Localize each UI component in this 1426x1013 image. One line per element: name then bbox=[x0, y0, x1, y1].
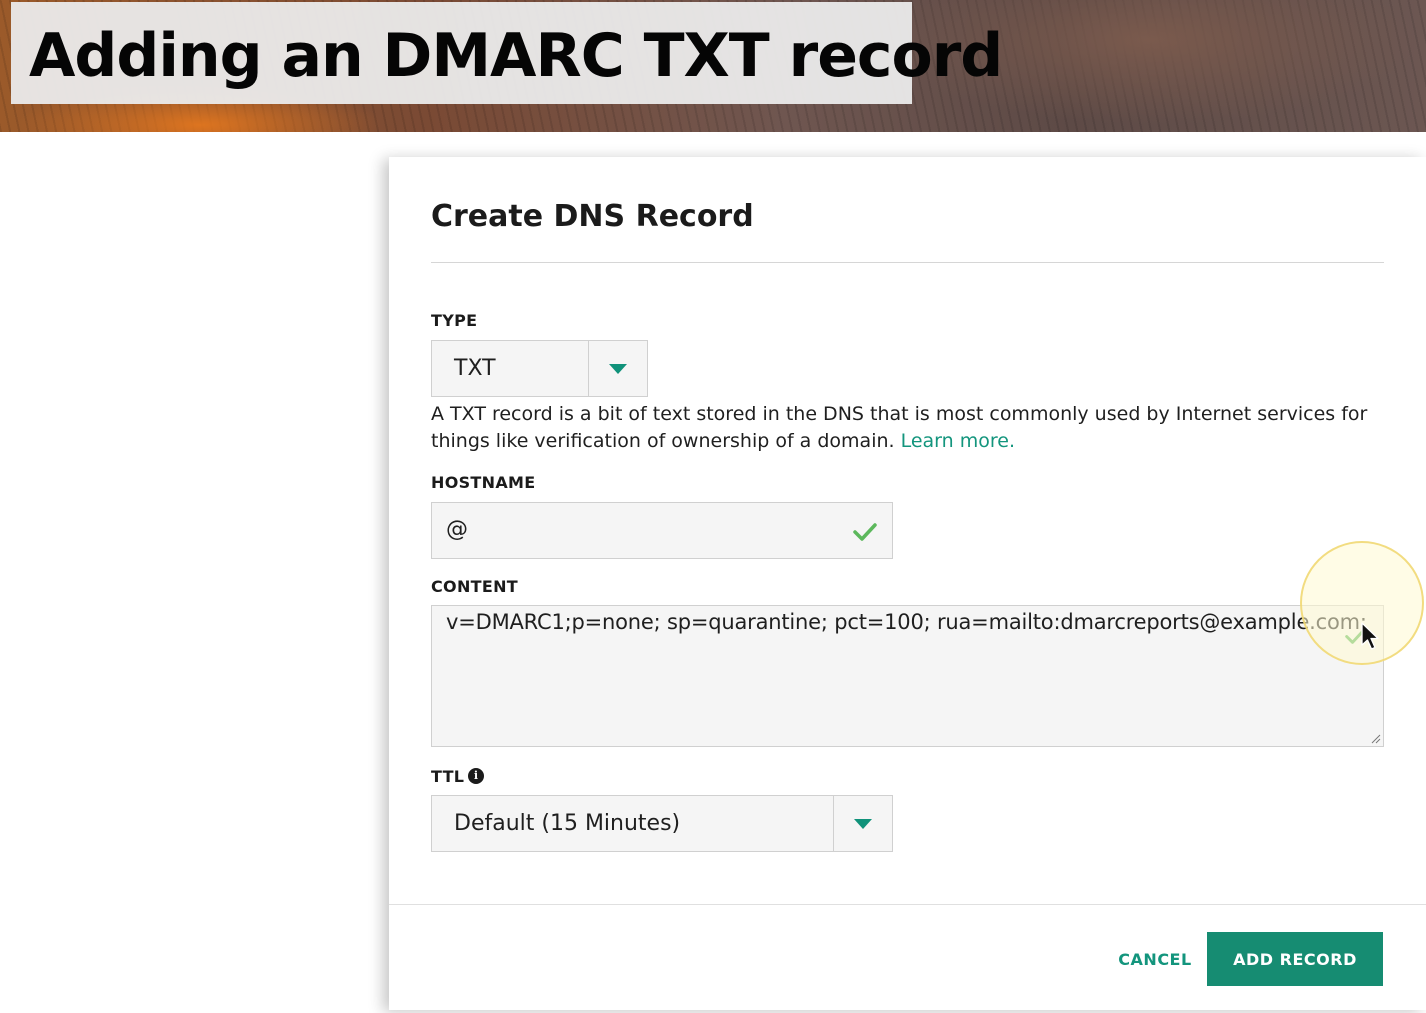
ttl-select[interactable]: Default (15 Minutes) bbox=[431, 795, 893, 852]
help-description: A TXT record is a bit of text stored in … bbox=[431, 403, 1368, 452]
chevron-down-icon bbox=[609, 363, 627, 374]
hostname-input[interactable]: @ bbox=[431, 502, 893, 559]
dialog-title: Create DNS Record bbox=[431, 199, 754, 234]
ttl-select-value: Default (15 Minutes) bbox=[454, 811, 681, 836]
hostname-label: HOSTNAME bbox=[431, 473, 536, 492]
banner-title: Adding an DMARC TXT record bbox=[29, 21, 1003, 91]
check-icon bbox=[853, 523, 877, 541]
banner: Adding an DMARC TXT record bbox=[0, 0, 1426, 132]
resize-handle-icon[interactable] bbox=[1371, 734, 1381, 744]
type-label: TYPE bbox=[431, 311, 478, 330]
add-record-button[interactable]: ADD RECORD bbox=[1207, 932, 1383, 986]
ttl-label: TTL bbox=[431, 767, 465, 786]
title-divider bbox=[431, 262, 1384, 263]
hostname-value: @ bbox=[446, 517, 468, 542]
type-select-value: TXT bbox=[454, 356, 496, 381]
type-select[interactable]: TXT bbox=[431, 340, 648, 397]
ttl-select-toggle[interactable] bbox=[833, 796, 892, 851]
content-value: v=DMARC1;p=none; sp=quarantine; pct=100;… bbox=[446, 610, 1367, 634]
mouse-cursor-icon bbox=[1361, 622, 1379, 650]
cancel-button[interactable]: CANCEL bbox=[1105, 932, 1205, 986]
banner-title-box: Adding an DMARC TXT record bbox=[11, 2, 1003, 104]
info-icon[interactable]: i bbox=[468, 768, 484, 784]
type-help-text: A TXT record is a bit of text stored in … bbox=[431, 401, 1391, 455]
create-dns-record-dialog: Create DNS Record TYPE TXT A TXT record … bbox=[389, 157, 1426, 1010]
content-label: CONTENT bbox=[431, 577, 518, 596]
content-textarea[interactable]: v=DMARC1;p=none; sp=quarantine; pct=100;… bbox=[431, 605, 1384, 747]
type-select-toggle[interactable] bbox=[588, 341, 647, 396]
chevron-down-icon bbox=[854, 818, 872, 829]
learn-more-link[interactable]: Learn more. bbox=[901, 430, 1015, 452]
footer-divider bbox=[389, 904, 1426, 905]
